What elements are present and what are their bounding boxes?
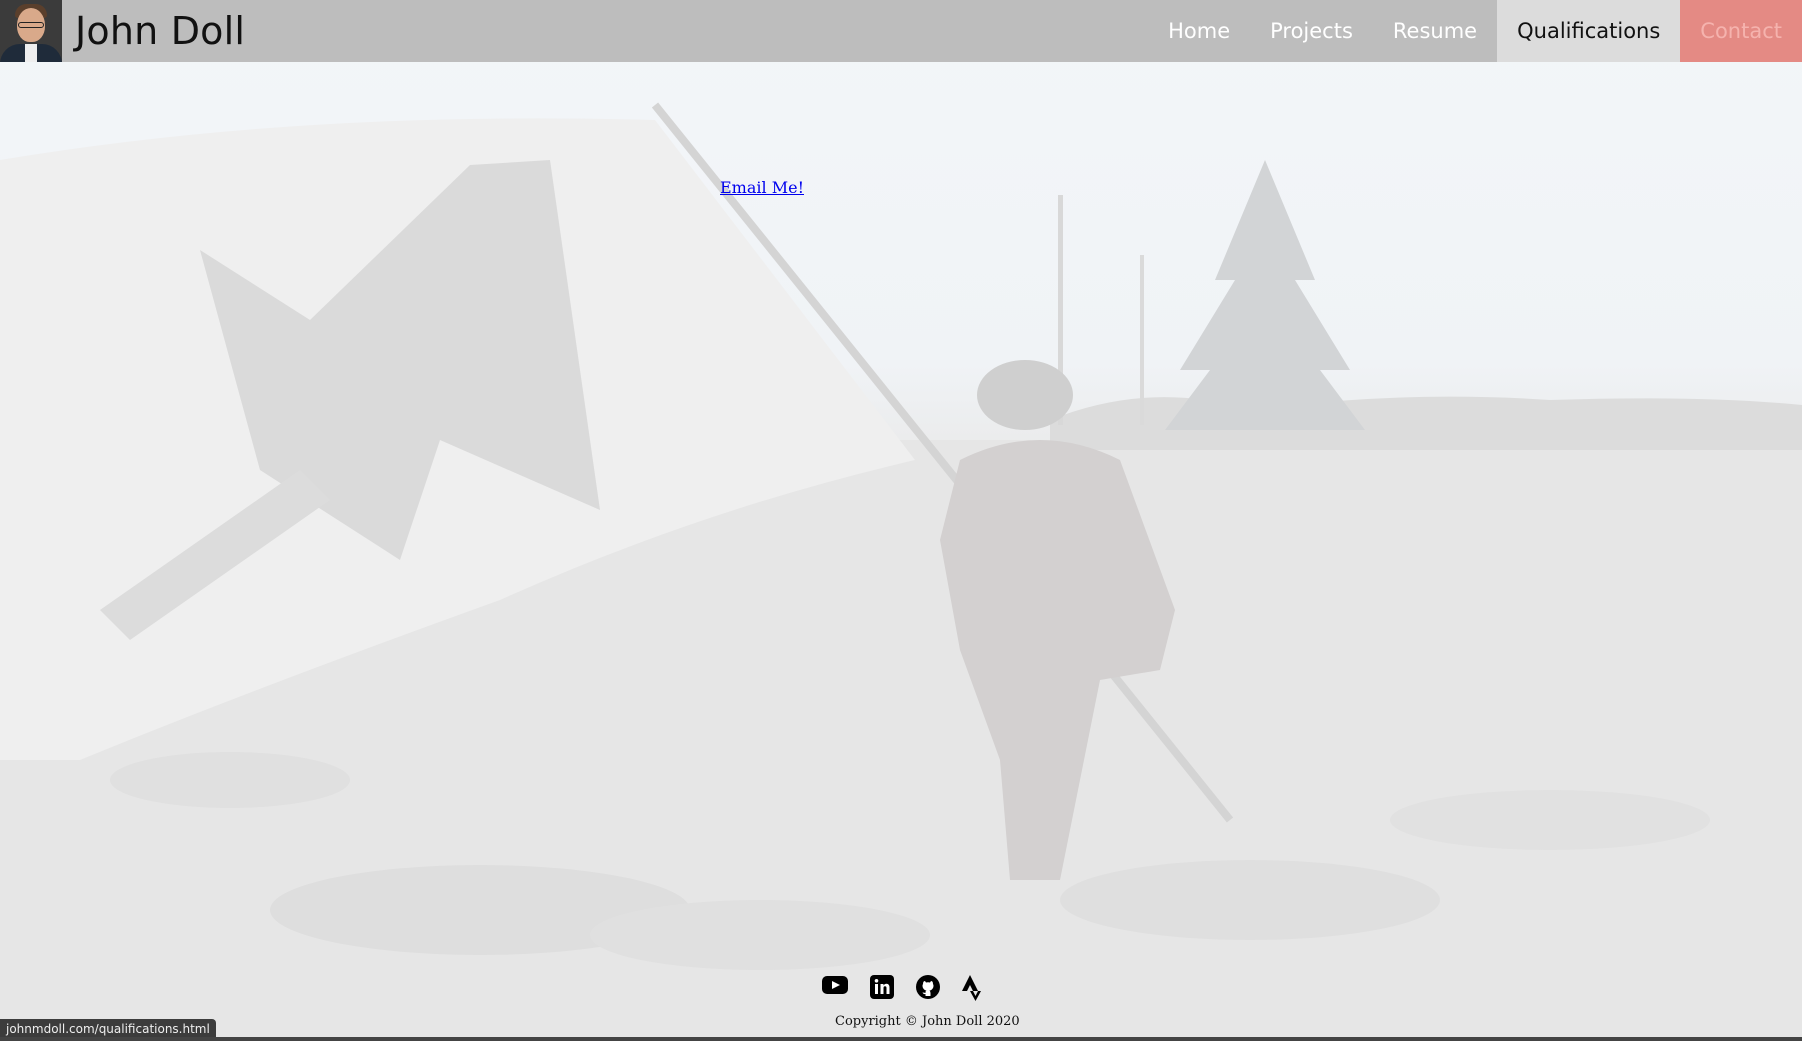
window-bottom-edge [0, 1037, 1802, 1041]
background-photo [0, 0, 1802, 1041]
email-me-link[interactable]: Email Me! [720, 178, 804, 197]
brand-name[interactable]: John Doll [75, 9, 245, 53]
nav-qualifications[interactable]: Qualifications [1497, 0, 1681, 62]
social-links [822, 975, 982, 1005]
avatar-shirt [25, 44, 37, 62]
github-icon[interactable] [916, 975, 940, 1005]
linkedin-icon[interactable] [870, 975, 894, 1005]
nav-projects[interactable]: Projects [1250, 0, 1373, 62]
nav-contact[interactable]: Contact [1680, 0, 1802, 62]
top-navbar: John Doll Home Projects Resume Qualifica… [0, 0, 1802, 62]
nav-resume[interactable]: Resume [1373, 0, 1497, 62]
youtube-icon[interactable] [822, 975, 848, 1005]
copyright-text: Copyright © John Doll 2020 [835, 1014, 1020, 1029]
nav-home[interactable]: Home [1148, 0, 1250, 62]
main-nav: Home Projects Resume Qualifications Cont… [1148, 0, 1802, 62]
strava-icon[interactable] [962, 975, 982, 1005]
avatar[interactable] [0, 0, 62, 62]
avatar-glasses [18, 22, 44, 28]
status-url-bar: johnmdoll.com/qualifications.html [0, 1019, 216, 1039]
